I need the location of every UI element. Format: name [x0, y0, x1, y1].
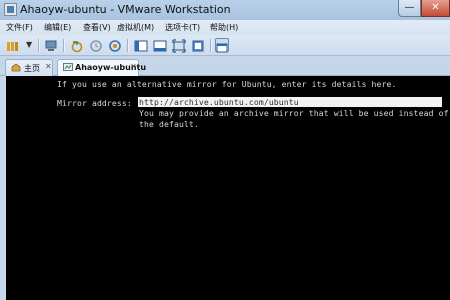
tab-home[interactable]: 主页 ✕	[5, 59, 53, 76]
vm-icon	[63, 63, 73, 72]
toolbar-separator	[210, 39, 212, 52]
close-tab-icon[interactable]: ✕	[130, 62, 137, 71]
snapshot-manager-icon[interactable]	[108, 38, 122, 52]
intro-text: If you use an alternative mirror for Ubu…	[57, 79, 397, 89]
toolbar-separator	[38, 39, 40, 52]
show-library-icon[interactable]	[134, 38, 148, 52]
mirror-address-label: Mirror address:	[57, 98, 132, 108]
toolbar-separator	[63, 39, 65, 52]
toolbar-separator	[127, 39, 129, 52]
menu-edit[interactable]: 编辑(E)	[44, 22, 71, 33]
minimize-button[interactable]: —	[398, 0, 421, 17]
thumbnail-bar-icon[interactable]	[153, 38, 167, 52]
close-window-button[interactable]: ✕	[421, 0, 450, 17]
tab-vm[interactable]: Ahaoyw-ubuntu ✕	[57, 59, 146, 77]
snapshot-icon[interactable]	[70, 38, 84, 53]
revert-snapshot-icon[interactable]	[89, 38, 103, 52]
menu-help[interactable]: 帮助(H)	[210, 22, 238, 33]
window-title: Ahaoyw-ubuntu - VMware Workstation	[20, 3, 231, 16]
mirror-help-line-1: You may provide an archive mirror that w…	[139, 108, 449, 118]
menu-tabs[interactable]: 选项卡(T)	[165, 22, 200, 33]
tab-home-label: 主页	[24, 64, 40, 73]
tab-strip: 主页 ✕ Ahaoyw-ubuntu ✕	[0, 57, 450, 77]
power-icon[interactable]	[6, 38, 20, 52]
menu-view[interactable]: 查看(V)	[83, 22, 111, 33]
mirror-help-line-2: the default.	[139, 119, 199, 129]
toolbar: ▼	[0, 35, 450, 56]
title-bar: Ahaoyw-ubuntu - VMware Workstation — ✕	[0, 0, 450, 20]
close-tab-icon[interactable]: ✕	[45, 62, 52, 71]
unity-icon[interactable]	[191, 38, 205, 52]
full-screen-icon[interactable]	[172, 38, 186, 53]
menu-vm[interactable]: 虚拟机(M)	[117, 22, 154, 33]
mirror-address-input[interactable]: http://archive.ubuntu.com/ubuntu	[138, 97, 442, 107]
vmware-app-icon	[4, 3, 17, 16]
home-icon	[11, 63, 21, 72]
menu-bar: 文件(F) 编辑(E) 查看(V) 虚拟机(M) 选项卡(T) 帮助(H)	[0, 20, 450, 35]
console-view-icon[interactable]	[215, 38, 229, 53]
power-dropdown-chevron-icon[interactable]: ▼	[26, 40, 32, 49]
send-ctrl-alt-del-icon[interactable]	[44, 38, 58, 52]
menu-file[interactable]: 文件(F)	[6, 22, 33, 33]
